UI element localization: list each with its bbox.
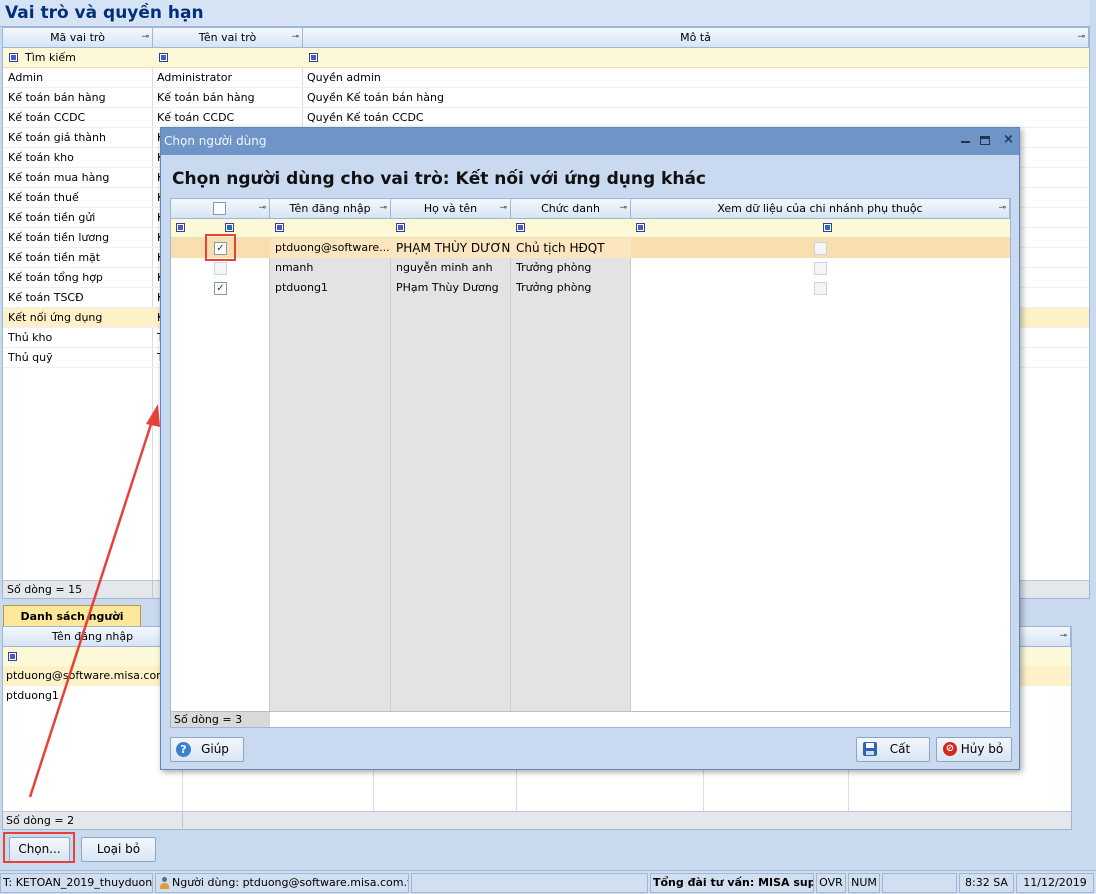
annotation-arrow <box>28 404 160 798</box>
